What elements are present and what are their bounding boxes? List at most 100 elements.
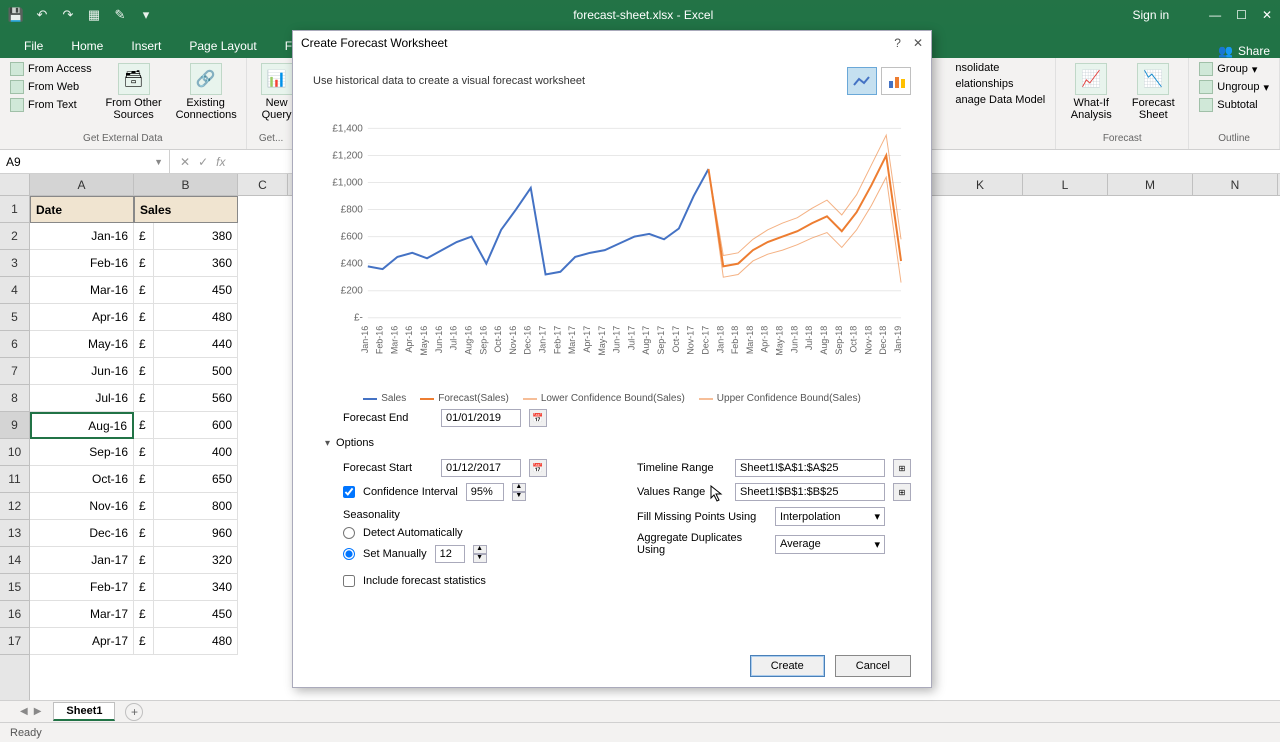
- detect-auto-radio[interactable]: [343, 527, 355, 539]
- cell-value[interactable]: 440: [154, 331, 238, 358]
- group-button[interactable]: Group ▾: [1197, 61, 1271, 77]
- ungroup-button[interactable]: Ungroup ▾: [1197, 79, 1271, 95]
- add-sheet-button[interactable]: +: [125, 703, 143, 721]
- cell-date[interactable]: Apr-16: [30, 304, 134, 331]
- dialog-help-icon[interactable]: ?: [894, 36, 901, 50]
- cell-value[interactable]: 800: [154, 493, 238, 520]
- relationships-button[interactable]: elationships: [953, 77, 1047, 91]
- values-range-input[interactable]: [735, 483, 885, 501]
- timeline-range-input[interactable]: [735, 459, 885, 477]
- forecast-end-input[interactable]: [441, 409, 521, 427]
- col-a[interactable]: A: [30, 174, 134, 195]
- row-header[interactable]: 17: [0, 628, 29, 655]
- cell-currency[interactable]: £: [134, 547, 154, 574]
- from-web-button[interactable]: From Web: [8, 79, 94, 95]
- col-b[interactable]: B: [134, 174, 238, 195]
- minimize-icon[interactable]: —: [1209, 8, 1221, 22]
- row-header[interactable]: 5: [0, 304, 29, 331]
- cell-currency[interactable]: £: [134, 628, 154, 655]
- cell-header-sales[interactable]: Sales: [134, 196, 238, 223]
- col-l[interactable]: L: [1023, 174, 1108, 195]
- tab-file[interactable]: File: [10, 34, 57, 58]
- spinner-down-icon-2[interactable]: ▼: [473, 554, 487, 563]
- sheet-next-icon[interactable]: ▶: [34, 706, 42, 717]
- aggregate-dropdown[interactable]: Average▾: [775, 535, 885, 554]
- cell-date[interactable]: May-16: [30, 331, 134, 358]
- range-picker-icon-2[interactable]: ⊞: [893, 483, 911, 501]
- row-header[interactable]: 3: [0, 250, 29, 277]
- row-header[interactable]: 11: [0, 466, 29, 493]
- row-header[interactable]: 2: [0, 223, 29, 250]
- col-m[interactable]: M: [1108, 174, 1193, 195]
- cancel-button[interactable]: Cancel: [835, 655, 911, 677]
- cell-currency[interactable]: £: [134, 520, 154, 547]
- cancel-fx-icon[interactable]: ✕: [180, 155, 190, 169]
- cell-date[interactable]: Jan-17: [30, 547, 134, 574]
- cell-date[interactable]: Aug-16: [30, 412, 134, 439]
- consolidate-button[interactable]: nsolidate: [953, 61, 1047, 75]
- col-c[interactable]: C: [238, 174, 288, 195]
- namebox-input[interactable]: [6, 155, 126, 169]
- cell-currency[interactable]: £: [134, 277, 154, 304]
- fill-missing-dropdown[interactable]: Interpolation▾: [775, 507, 885, 526]
- tab-page-layout[interactable]: Page Layout: [175, 34, 270, 58]
- close-icon[interactable]: ✕: [1262, 8, 1272, 22]
- subtotal-button[interactable]: Subtotal: [1197, 97, 1271, 113]
- col-n[interactable]: N: [1193, 174, 1278, 195]
- date-picker-icon-2[interactable]: 📅: [529, 459, 547, 477]
- existing-connections-button[interactable]: 🔗 Existing Connections: [174, 61, 238, 123]
- row-header[interactable]: 8: [0, 385, 29, 412]
- date-picker-icon[interactable]: 📅: [529, 409, 547, 427]
- set-manual-radio[interactable]: [343, 548, 355, 560]
- cell-date[interactable]: Mar-16: [30, 277, 134, 304]
- row-header[interactable]: 4: [0, 277, 29, 304]
- cell-currency[interactable]: £: [134, 250, 154, 277]
- qat-icon-4[interactable]: ▦: [86, 7, 102, 23]
- col-k[interactable]: K: [938, 174, 1023, 195]
- cell-date[interactable]: Mar-17: [30, 601, 134, 628]
- manual-value-input[interactable]: [435, 545, 465, 563]
- spinner-up-icon-2[interactable]: ▲: [473, 545, 487, 554]
- dialog-titlebar[interactable]: Create Forecast Worksheet ? ✕: [293, 31, 931, 55]
- dialog-close-icon[interactable]: ✕: [913, 36, 923, 50]
- share-button[interactable]: 👥Share: [1218, 44, 1270, 58]
- undo-icon[interactable]: ↶: [34, 7, 50, 23]
- row-header[interactable]: 14: [0, 547, 29, 574]
- bar-chart-view-button[interactable]: [881, 67, 911, 95]
- cell-value[interactable]: 600: [154, 412, 238, 439]
- cell-header-date[interactable]: Date: [30, 196, 134, 223]
- signin-link[interactable]: Sign in: [1132, 8, 1169, 22]
- cell-value[interactable]: 480: [154, 304, 238, 331]
- confidence-input[interactable]: [466, 483, 504, 501]
- cell-date[interactable]: Feb-16: [30, 250, 134, 277]
- cell-value[interactable]: 500: [154, 358, 238, 385]
- row-header[interactable]: 12: [0, 493, 29, 520]
- chevron-down-icon[interactable]: ▼: [154, 157, 163, 167]
- select-all-corner[interactable]: [0, 174, 30, 196]
- spinner-down-icon[interactable]: ▼: [512, 492, 526, 501]
- row-header[interactable]: 13: [0, 520, 29, 547]
- include-stats-checkbox[interactable]: [343, 575, 355, 587]
- row-header[interactable]: 10: [0, 439, 29, 466]
- forecast-start-input[interactable]: [441, 459, 521, 477]
- row-header[interactable]: 1: [0, 196, 29, 223]
- cell-value[interactable]: 360: [154, 250, 238, 277]
- cell-date[interactable]: Oct-16: [30, 466, 134, 493]
- spinner-up-icon[interactable]: ▲: [512, 483, 526, 492]
- maximize-icon[interactable]: ☐: [1236, 8, 1247, 22]
- row-header[interactable]: 7: [0, 358, 29, 385]
- sheet-prev-icon[interactable]: ◀: [20, 706, 28, 717]
- cell-value[interactable]: 320: [154, 547, 238, 574]
- cell-currency[interactable]: £: [134, 358, 154, 385]
- sheet-tab[interactable]: Sheet1: [53, 702, 115, 721]
- whatif-button[interactable]: 📈 What-If Analysis: [1064, 61, 1118, 123]
- cell-date[interactable]: Jul-16: [30, 385, 134, 412]
- row-header[interactable]: 9: [0, 412, 29, 439]
- cell-currency[interactable]: £: [134, 601, 154, 628]
- redo-icon[interactable]: ↷: [60, 7, 76, 23]
- from-text-button[interactable]: From Text: [8, 97, 94, 113]
- new-query-button[interactable]: 📊 New Query: [255, 61, 297, 123]
- cell-currency[interactable]: £: [134, 223, 154, 250]
- cell-date[interactable]: Sep-16: [30, 439, 134, 466]
- tab-insert[interactable]: Insert: [117, 34, 175, 58]
